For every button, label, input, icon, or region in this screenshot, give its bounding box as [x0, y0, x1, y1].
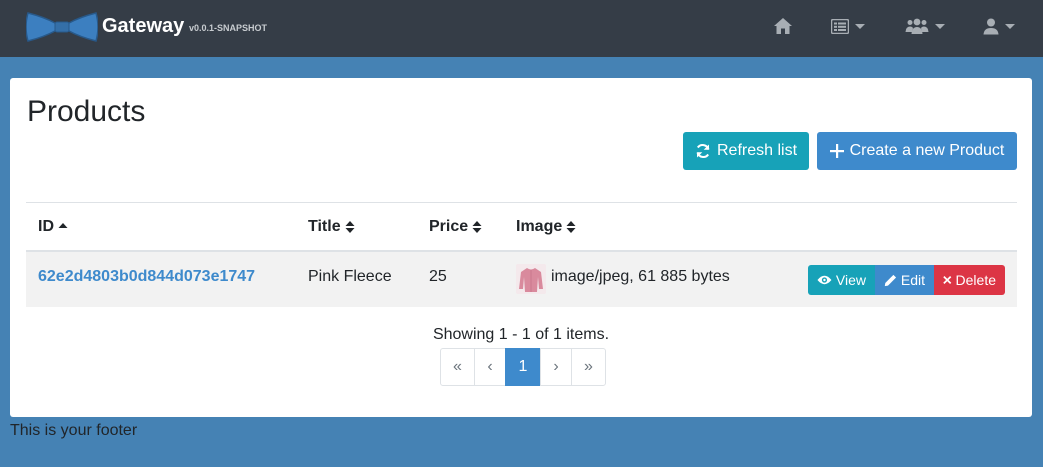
chevron-down-icon — [935, 23, 945, 29]
chevron-down-icon — [855, 23, 865, 29]
pencil-icon — [884, 274, 897, 286]
product-title: Pink Fleece — [308, 268, 392, 285]
chevron-down-icon — [1005, 23, 1015, 29]
eye-icon — [817, 275, 832, 285]
plus-icon — [829, 144, 844, 158]
column-header-title[interactable]: Title — [308, 218, 355, 236]
home-icon — [774, 18, 792, 34]
navbar: Gateway v0.0.1-SNAPSHOT — [0, 0, 1043, 57]
sort-icon — [566, 221, 576, 233]
column-header-image[interactable]: Image — [516, 218, 576, 236]
sort-up-icon — [58, 223, 68, 228]
nav-entities-menu[interactable] — [831, 14, 865, 38]
nav-home[interactable] — [773, 14, 793, 38]
product-id-link[interactable]: 62e2d4803b0d844d073e1747 — [38, 268, 255, 286]
view-button[interactable]: View — [808, 265, 875, 295]
pagination: « ‹ 1 › » — [440, 348, 606, 386]
column-header-price[interactable]: Price — [429, 218, 482, 236]
delete-label: Delete — [955, 272, 996, 288]
pagination-prev[interactable]: ‹ — [474, 348, 506, 386]
products-card: Products Refresh list Create a new Produ… — [10, 78, 1032, 417]
create-product-label: Create a new Product — [849, 142, 1005, 159]
footer-text: This is your footer — [10, 422, 138, 439]
create-product-button[interactable]: Create a new Product — [817, 132, 1017, 170]
fleece-jacket-icon — [516, 264, 546, 294]
view-label: View — [835, 272, 866, 288]
close-icon — [943, 275, 952, 285]
nav-admin-menu[interactable] — [905, 14, 945, 38]
delete-button[interactable]: Delete — [934, 265, 1005, 295]
brand-version: v0.0.1-SNAPSHOT — [189, 23, 268, 33]
pagination-next[interactable]: › — [540, 348, 572, 386]
page-title: Products — [27, 95, 146, 128]
refresh-icon — [696, 143, 710, 159]
table-row: 62e2d4803b0d844d073e1747 Pink Fleece 25 … — [26, 252, 1017, 307]
items-summary: Showing 1 - 1 of 1 items. — [432, 326, 610, 343]
table-header: ID Title Price Image — [26, 203, 1017, 252]
pagination-first[interactable]: « — [440, 348, 475, 386]
pagination-page-1[interactable]: 1 — [505, 348, 541, 386]
column-header-id[interactable]: ID — [38, 218, 68, 236]
refresh-list-label: Refresh list — [716, 142, 798, 159]
nav-account-menu[interactable] — [983, 14, 1015, 38]
pagination-last[interactable]: » — [571, 348, 606, 386]
refresh-list-button[interactable]: Refresh list — [683, 132, 809, 170]
column-header-title-label: Title — [308, 218, 341, 235]
product-image-thumbnail[interactable] — [516, 264, 546, 294]
column-header-id-label: ID — [38, 218, 54, 235]
brand-name[interactable]: Gateway — [102, 15, 184, 38]
product-price: 25 — [429, 268, 447, 285]
admin-users-icon — [905, 18, 929, 34]
entities-icon — [831, 18, 849, 34]
bowtie-logo[interactable] — [26, 11, 98, 43]
column-header-image-label: Image — [516, 218, 563, 235]
edit-label: Edit — [900, 272, 925, 288]
sort-icon — [472, 221, 482, 233]
row-actions: View Edit Delete — [808, 265, 1005, 295]
products-table: ID Title Price Image 62e2d4803b0d844d073… — [26, 202, 1017, 307]
sort-icon — [345, 221, 355, 233]
column-header-price-label: Price — [429, 218, 469, 235]
product-image-info: image/jpeg, 61 885 bytes — [551, 268, 730, 285]
edit-button[interactable]: Edit — [875, 265, 934, 295]
account-icon — [983, 18, 999, 34]
